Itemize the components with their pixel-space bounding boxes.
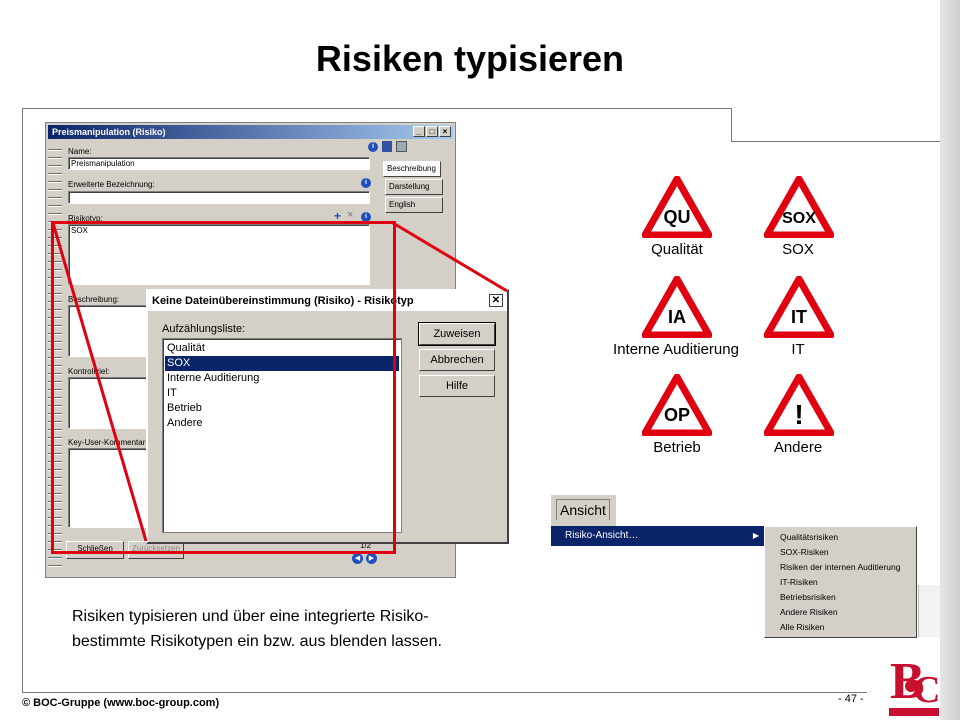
warning-sign-icon: QU bbox=[642, 176, 712, 238]
sign-symbol: IT bbox=[791, 307, 807, 327]
submenu-item[interactable]: Betriebsrisiken bbox=[765, 590, 916, 605]
caption-line-1: Risiken typisieren und über eine integri… bbox=[72, 608, 429, 625]
submenu-arrow-icon: ▶ bbox=[752, 531, 759, 540]
highlight-line-right bbox=[392, 221, 508, 293]
menu-ansicht[interactable]: Ansicht bbox=[556, 499, 610, 520]
warning-sign-icon: IT bbox=[764, 276, 834, 338]
seal-fragment bbox=[918, 585, 940, 637]
submenu-item[interactable]: IT-Risiken bbox=[765, 575, 916, 590]
submenu-item[interactable]: Alle Risiken bbox=[765, 620, 916, 635]
footer-copyright: © BOC-Gruppe (www.boc-group.com) bbox=[22, 697, 220, 709]
sign-label: IT bbox=[791, 341, 805, 358]
sign-label: Qualität bbox=[651, 241, 703, 258]
sign-label: SOX bbox=[782, 241, 814, 258]
warning-sign-icon: IA bbox=[642, 276, 712, 338]
warning-sign-icon: OP bbox=[642, 374, 712, 436]
svg-text:C: C bbox=[913, 669, 939, 711]
submenu-item[interactable]: Qualitätsrisiken bbox=[765, 530, 916, 545]
slide-caption: Risiken typisieren und über eine integri… bbox=[72, 604, 592, 654]
caption-line-2: bestimmte Risikotypen ein bzw. aus blend… bbox=[72, 633, 442, 650]
menu-risiko-ansicht-label: Risiko-Ansicht… bbox=[565, 530, 639, 541]
submenu-item[interactable]: Andere Risiken bbox=[765, 605, 916, 620]
sign-symbol: QU bbox=[664, 207, 691, 227]
highlight-line-left bbox=[51, 222, 148, 542]
sign-symbol: IA bbox=[668, 307, 686, 327]
boc-logo: B C bbox=[889, 653, 939, 716]
sign-label: Andere bbox=[773, 439, 823, 456]
menu-risiko-ansicht[interactable]: Risiko-Ansicht… ▶ bbox=[551, 526, 765, 546]
submenu-item[interactable]: SOX-Risiken bbox=[765, 545, 916, 560]
sign-symbol: ! bbox=[794, 399, 803, 430]
warning-sign-icon: ! bbox=[764, 374, 834, 436]
sign-label: Interne Auditierung bbox=[613, 341, 739, 358]
page-number: - 47 - bbox=[838, 693, 864, 705]
sign-label: Betrieb bbox=[653, 439, 701, 456]
sign-symbol: OP bbox=[664, 405, 690, 425]
warning-sign-icon: SOX bbox=[764, 176, 834, 238]
submenu-item[interactable]: Risiken der internen Auditierung bbox=[765, 560, 916, 575]
risiko-submenu: Qualitätsrisiken SOX-Risiken Risiken der… bbox=[764, 526, 917, 638]
sign-symbol: SOX bbox=[782, 210, 816, 227]
